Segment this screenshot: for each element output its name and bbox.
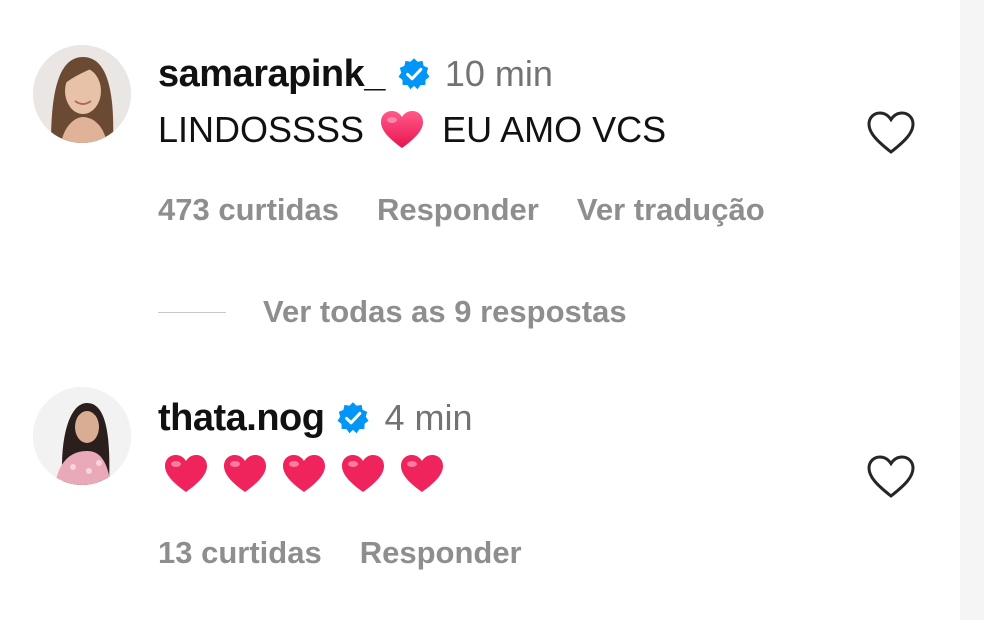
heart-emoji xyxy=(223,454,267,494)
comment-text-part: LINDOSSSS xyxy=(158,109,365,150)
reply-button[interactable]: Responder xyxy=(377,192,539,228)
heart-emoji xyxy=(341,454,385,494)
scrollbar-track[interactable] xyxy=(960,0,984,620)
likes-count[interactable]: 13 curtidas xyxy=(158,535,322,571)
replies-divider xyxy=(158,311,226,313)
comment-meta: 13 curtidas Responder xyxy=(158,533,560,573)
comment-header: thata.nog 4 min xyxy=(158,396,473,440)
avatar[interactable] xyxy=(33,387,131,485)
heart-emoji xyxy=(400,454,444,494)
like-button[interactable] xyxy=(866,110,916,156)
translate-button[interactable]: Ver tradução xyxy=(577,192,765,228)
timestamp[interactable]: 10 min xyxy=(445,53,553,95)
heart-emoji xyxy=(164,454,208,494)
avatar[interactable] xyxy=(33,45,131,143)
reply-button[interactable]: Responder xyxy=(360,535,522,571)
comment-header: samarapink_ 10 min xyxy=(158,52,553,96)
likes-count[interactable]: 473 curtidas xyxy=(158,192,339,228)
comment-text xyxy=(158,452,444,496)
verified-badge-icon xyxy=(336,401,370,435)
comment-thatanog: thata.nog 4 min 13 curtidas Responder xyxy=(0,370,960,610)
heart-outline-icon xyxy=(866,454,916,500)
view-replies-button[interactable]: Ver todas as 9 respostas xyxy=(158,292,627,332)
view-replies-label: Ver todas as 9 respostas xyxy=(263,294,627,329)
heart-emoji xyxy=(380,110,424,150)
timestamp[interactable]: 4 min xyxy=(384,397,472,439)
comment-text-part: EU AMO VCS xyxy=(442,109,667,150)
like-button[interactable] xyxy=(866,454,916,500)
username[interactable]: samarapink_ xyxy=(158,53,385,96)
comment-samarapink: samarapink_ 10 min LINDOSSSS EU AMO VCS … xyxy=(0,0,960,260)
heart-emoji xyxy=(282,454,326,494)
verified-badge-icon xyxy=(397,57,431,91)
comment-text: LINDOSSSS EU AMO VCS xyxy=(158,108,666,152)
comment-meta: 473 curtidas Responder Ver tradução xyxy=(158,190,803,230)
username[interactable]: thata.nog xyxy=(158,397,325,440)
heart-outline-icon xyxy=(866,110,916,156)
